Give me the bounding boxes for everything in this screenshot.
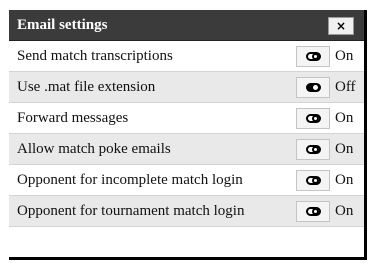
toggle-on-icon <box>306 114 321 123</box>
settings-list: Send match transcriptions On Use .mat fi… <box>9 41 364 227</box>
toggle-off-icon <box>306 83 321 92</box>
setting-label: Forward messages <box>17 110 129 126</box>
toggle-state-label: On <box>335 110 354 126</box>
setting-label: Opponent for incomplete match login <box>17 172 243 188</box>
setting-row-allow-match-poke-emails: Allow match poke emails On <box>9 134 364 165</box>
setting-row-opponent-incomplete-match-login: Opponent for incomplete match login On <box>9 165 364 196</box>
toggle-state-label: On <box>335 141 354 157</box>
setting-label: Opponent for tournament match login <box>17 203 245 219</box>
toggle-button[interactable] <box>296 108 330 129</box>
toggle-state-label: On <box>335 203 354 219</box>
setting-label: Send match transcriptions <box>17 48 173 64</box>
setting-row-opponent-tournament-match-login: Opponent for tournament match login On <box>9 196 364 227</box>
toggle-button[interactable] <box>296 170 330 191</box>
setting-row-use-mat-extension: Use .mat file extension Off <box>9 72 364 103</box>
toggle-button[interactable] <box>296 139 330 160</box>
toggle-button[interactable] <box>296 46 330 67</box>
setting-label: Use .mat file extension <box>17 79 156 95</box>
setting-label: Allow match poke emails <box>17 141 171 157</box>
toggle-state-label: On <box>335 48 354 64</box>
close-button[interactable]: × <box>328 17 354 35</box>
toggle-button[interactable] <box>296 77 330 98</box>
toggle-state-label: Off <box>335 79 356 95</box>
email-settings-dialog: Email settings × Send match transcriptio… <box>9 10 367 260</box>
toggle-on-icon <box>306 207 321 216</box>
toggle-button[interactable] <box>296 201 330 222</box>
dialog-header: Email settings × <box>9 10 364 41</box>
toggle-on-icon <box>306 145 321 154</box>
dialog-title: Email settings <box>17 17 108 33</box>
setting-row-forward-messages: Forward messages On <box>9 103 364 134</box>
toggle-state-label: On <box>335 172 354 188</box>
toggle-on-icon <box>306 176 321 185</box>
setting-row-send-match-transcriptions: Send match transcriptions On <box>9 41 364 72</box>
close-icon: × <box>335 19 347 33</box>
toggle-on-icon <box>306 52 321 61</box>
